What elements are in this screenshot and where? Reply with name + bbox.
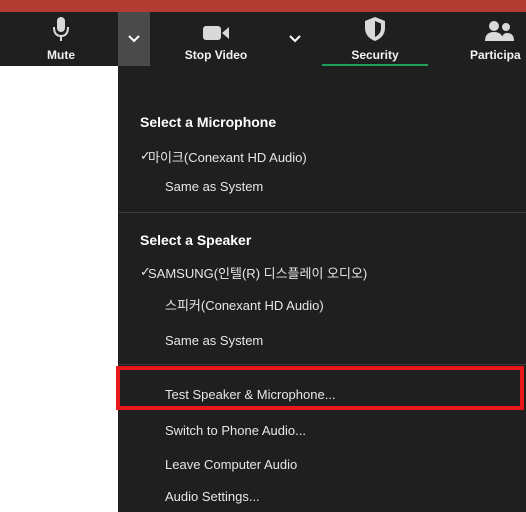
microphone-icon [52, 12, 70, 42]
speaker-option-label: SAMSUNG(인텔(R) 디스플레이 오디오) [148, 265, 368, 281]
video-options-chevron[interactable] [282, 12, 308, 66]
checkmark-icon: ✓ [140, 148, 151, 163]
meeting-toolbar: Mute Stop Video Security Participa [0, 12, 526, 66]
menu-action-label: Test Speaker & Microphone... [165, 386, 336, 402]
menu-action-label: Leave Computer Audio [165, 456, 298, 472]
menu-action-label: Switch to Phone Audio... [165, 422, 306, 438]
microphone-option[interactable]: Same as System [118, 172, 526, 200]
stop-video-label: Stop Video [184, 48, 248, 62]
speaker-option[interactable]: 스피커(Conexant HD Audio) [118, 290, 526, 318]
speaker-option[interactable]: Same as System [118, 326, 526, 354]
security-button[interactable]: Security [322, 12, 428, 66]
shield-icon [364, 12, 386, 42]
checkmark-icon: ✓ [140, 264, 151, 279]
participants-label: Participa [470, 48, 521, 62]
mute-label: Mute [47, 48, 75, 62]
microphone-option-label: 마이크(Conexant HD Audio) [148, 149, 307, 165]
select-microphone-heading: Select a Microphone [140, 114, 277, 130]
menu-action-label: Audio Settings... [165, 488, 260, 504]
stop-video-button[interactable]: Stop Video [170, 12, 262, 66]
participants-button[interactable]: Participa [466, 12, 526, 66]
microphone-option[interactable]: ✓ 마이크(Conexant HD Audio) [118, 142, 526, 170]
audio-settings-item[interactable]: Audio Settings... [118, 482, 526, 510]
participants-icon [466, 12, 514, 42]
chevron-down-icon [289, 35, 301, 43]
select-speaker-heading: Select a Speaker [140, 232, 252, 248]
video-camera-icon [202, 12, 230, 42]
switch-to-phone-audio-item[interactable]: Switch to Phone Audio... [118, 416, 526, 444]
security-label: Security [351, 48, 399, 62]
audio-options-chevron[interactable] [118, 12, 150, 66]
menu-divider [118, 212, 526, 213]
speaker-option-label: 스피커(Conexant HD Audio) [165, 297, 324, 313]
speaker-option[interactable]: ✓ SAMSUNG(인텔(R) 디스플레이 오디오) [118, 258, 526, 286]
test-speaker-microphone-item[interactable]: Test Speaker & Microphone... [118, 380, 526, 408]
window-top-accent [0, 0, 526, 12]
microphone-option-label: Same as System [165, 178, 264, 194]
chevron-down-icon [128, 35, 140, 43]
menu-divider [118, 364, 526, 365]
speaker-option-label: Same as System [165, 332, 264, 348]
audio-options-menu: Select a Microphone ✓ 마이크(Conexant HD Au… [118, 66, 526, 512]
mute-button[interactable]: Mute [34, 12, 88, 66]
leave-computer-audio-item[interactable]: Leave Computer Audio [118, 450, 526, 478]
